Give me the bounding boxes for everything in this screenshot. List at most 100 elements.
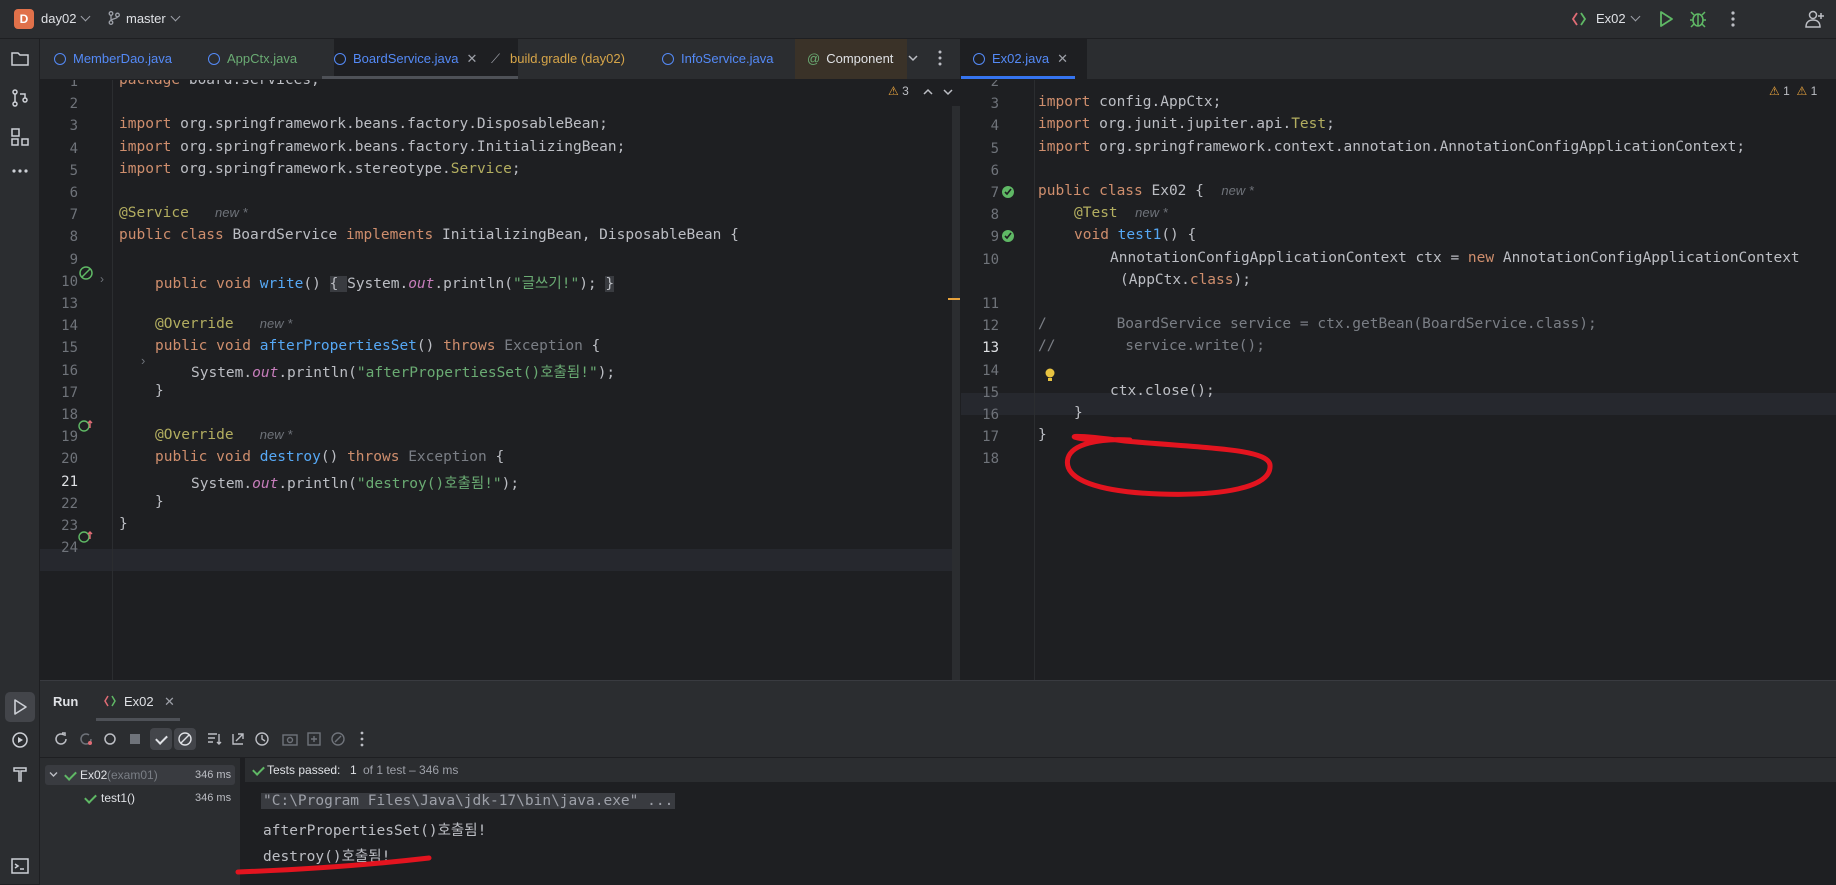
more-vertical-icon[interactable]: [932, 49, 948, 67]
code-line: void test1() {: [1074, 227, 1196, 243]
run-config-name: Ex02: [1596, 11, 1626, 26]
code-line: AnnotationConfigApplicationContext ctx =…: [1110, 250, 1800, 266]
line-number: 18: [982, 451, 999, 468]
terminal-icon[interactable]: [10, 856, 30, 876]
close-icon[interactable]: ✕: [164, 694, 175, 710]
code-token: org.springframework.beans.factory.Initia…: [171, 138, 626, 155]
code-token: //: [1038, 338, 1056, 355]
collapse-all-icon[interactable]: [229, 730, 247, 748]
tree-row-test1[interactable]: test1() 346 ms: [45, 788, 235, 808]
services-icon[interactable]: [10, 730, 30, 750]
rerun-failed-icon[interactable]: [77, 730, 95, 748]
java-class-icon: [54, 53, 66, 65]
code-token: import: [119, 160, 172, 177]
inspection-warnings[interactable]: ⚠ 1 ⚠ 1: [1769, 84, 1817, 98]
code-token: @Override: [155, 427, 234, 444]
import-icon[interactable]: [305, 730, 323, 748]
code-token: "글쓰기!": [512, 275, 580, 292]
branch-selector[interactable]: master: [108, 11, 181, 26]
warning-icon: ⚠: [888, 84, 899, 98]
run-config-selector[interactable]: Ex02: [1596, 11, 1641, 26]
coverage-icon[interactable]: [329, 730, 347, 748]
debug-icon[interactable]: [1688, 9, 1708, 29]
stop-icon[interactable]: [126, 730, 144, 748]
implements-method-icon[interactable]: [78, 530, 94, 544]
code-token: implements: [345, 227, 434, 244]
line-number: 8: [69, 229, 78, 246]
more-vertical-icon[interactable]: [1723, 9, 1743, 29]
chevron-down-icon[interactable]: [943, 88, 953, 96]
code-token: Exception: [504, 338, 583, 355]
code-token: );: [597, 364, 616, 381]
console-output[interactable]: Tests passed: 1 of 1 test – 346 ms "C:\P…: [245, 758, 1836, 885]
left-code-editor[interactable]: ⚠ 3 › › 1 2 3 4 5 6 7 8 9 10 13 14 15 16 17 18 19 20 21 22 2…: [40, 80, 960, 680]
tool-window-strip: [0, 39, 40, 884]
chevron-up-icon[interactable]: [923, 88, 933, 96]
code-token: board.services;: [180, 80, 320, 88]
implements-method-icon[interactable]: [78, 419, 94, 433]
run-test-icon[interactable]: [1000, 228, 1016, 244]
show-passed-toggle[interactable]: [150, 728, 172, 750]
project-badge[interactable]: D: [14, 9, 34, 29]
line-number: 5: [69, 162, 78, 179]
code-token: BoardService: [223, 227, 346, 244]
test-status-bar: Tests passed: 1 of 1 test – 346 ms: [245, 758, 1836, 782]
line-number: 14: [61, 318, 78, 335]
sort-icon[interactable]: [205, 730, 223, 748]
fold-icon[interactable]: ›: [100, 272, 104, 286]
more-vertical-icon[interactable]: [353, 730, 371, 748]
structure-icon[interactable]: [10, 127, 30, 147]
code-token: config.AppCtx;: [1090, 94, 1222, 111]
project-selector[interactable]: day02: [41, 11, 91, 26]
rerun-icon[interactable]: [52, 730, 70, 748]
line-number: 6: [69, 185, 78, 201]
folder-icon[interactable]: [10, 49, 30, 69]
more-horizontal-icon[interactable]: [10, 161, 30, 181]
spring-bean-icon[interactable]: [78, 265, 94, 281]
line-number: 4: [69, 140, 78, 157]
tab-memberdao[interactable]: MemberDao.java: [54, 39, 172, 79]
code-token: System.: [191, 364, 253, 381]
tree-row-ex02[interactable]: Ex02 (exam01) 346 ms: [45, 765, 235, 785]
history-icon[interactable]: [253, 730, 271, 748]
line-number: 6: [990, 162, 999, 179]
code-token: Ex02 {: [1142, 183, 1204, 199]
run-tool-button[interactable]: [5, 692, 35, 722]
code-line: public void afterPropertiesSet() throws …: [155, 338, 600, 354]
chevron-down-icon[interactable]: [908, 54, 918, 62]
scrollbar[interactable]: [952, 106, 960, 680]
line-number: 9: [990, 229, 999, 246]
tab-component[interactable]: @ Component: [795, 39, 907, 79]
add-user-icon[interactable]: [1805, 9, 1825, 29]
tab-infoservice[interactable]: InfoService.java: [662, 39, 774, 79]
close-icon[interactable]: ✕: [1057, 51, 1068, 66]
tab-appctx[interactable]: AppCtx.java: [208, 39, 297, 79]
fold-icon[interactable]: ›: [141, 353, 145, 368]
run-tab-ex02[interactable]: Ex02 ✕: [96, 681, 214, 721]
lightbulb-icon[interactable]: [1043, 367, 1057, 383]
tab-build-gradle[interactable]: ⟋ build.gradle (day02): [491, 39, 625, 79]
close-icon[interactable]: ✕: [467, 51, 478, 66]
project-name: day02: [41, 11, 77, 26]
code-line: package board.services;: [119, 80, 320, 88]
run-test-icon[interactable]: [1000, 184, 1016, 200]
right-editor-tabs: Ex02.java ✕: [961, 39, 1836, 80]
commit-icon[interactable]: [10, 88, 30, 108]
line-number: 5: [990, 140, 999, 157]
line-number: 4: [990, 118, 999, 135]
line-number: 21: [61, 473, 78, 490]
inspection-warnings[interactable]: ⚠ 3: [888, 84, 909, 98]
code-token: public void: [155, 449, 252, 466]
code-token: @Test: [1074, 205, 1118, 222]
code-token: afterPropertiesSet: [259, 338, 417, 355]
camera-icon[interactable]: [281, 730, 299, 748]
run-toolbar: [40, 721, 1836, 758]
code-token: import: [1038, 138, 1091, 155]
show-ignored-toggle[interactable]: [174, 728, 196, 750]
run-icon[interactable]: [1656, 9, 1676, 29]
tab-ex02[interactable]: Ex02.java ✕: [961, 39, 1087, 79]
toggle-auto-test-icon[interactable]: [101, 730, 119, 748]
terminal-build-icon[interactable]: [10, 764, 30, 784]
right-code-editor[interactable]: ⚠ 1 ⚠ 1 2 3 4 5 6 7 8 9 10 11 12 13 14 15 16 17 18 import…: [961, 80, 1836, 680]
